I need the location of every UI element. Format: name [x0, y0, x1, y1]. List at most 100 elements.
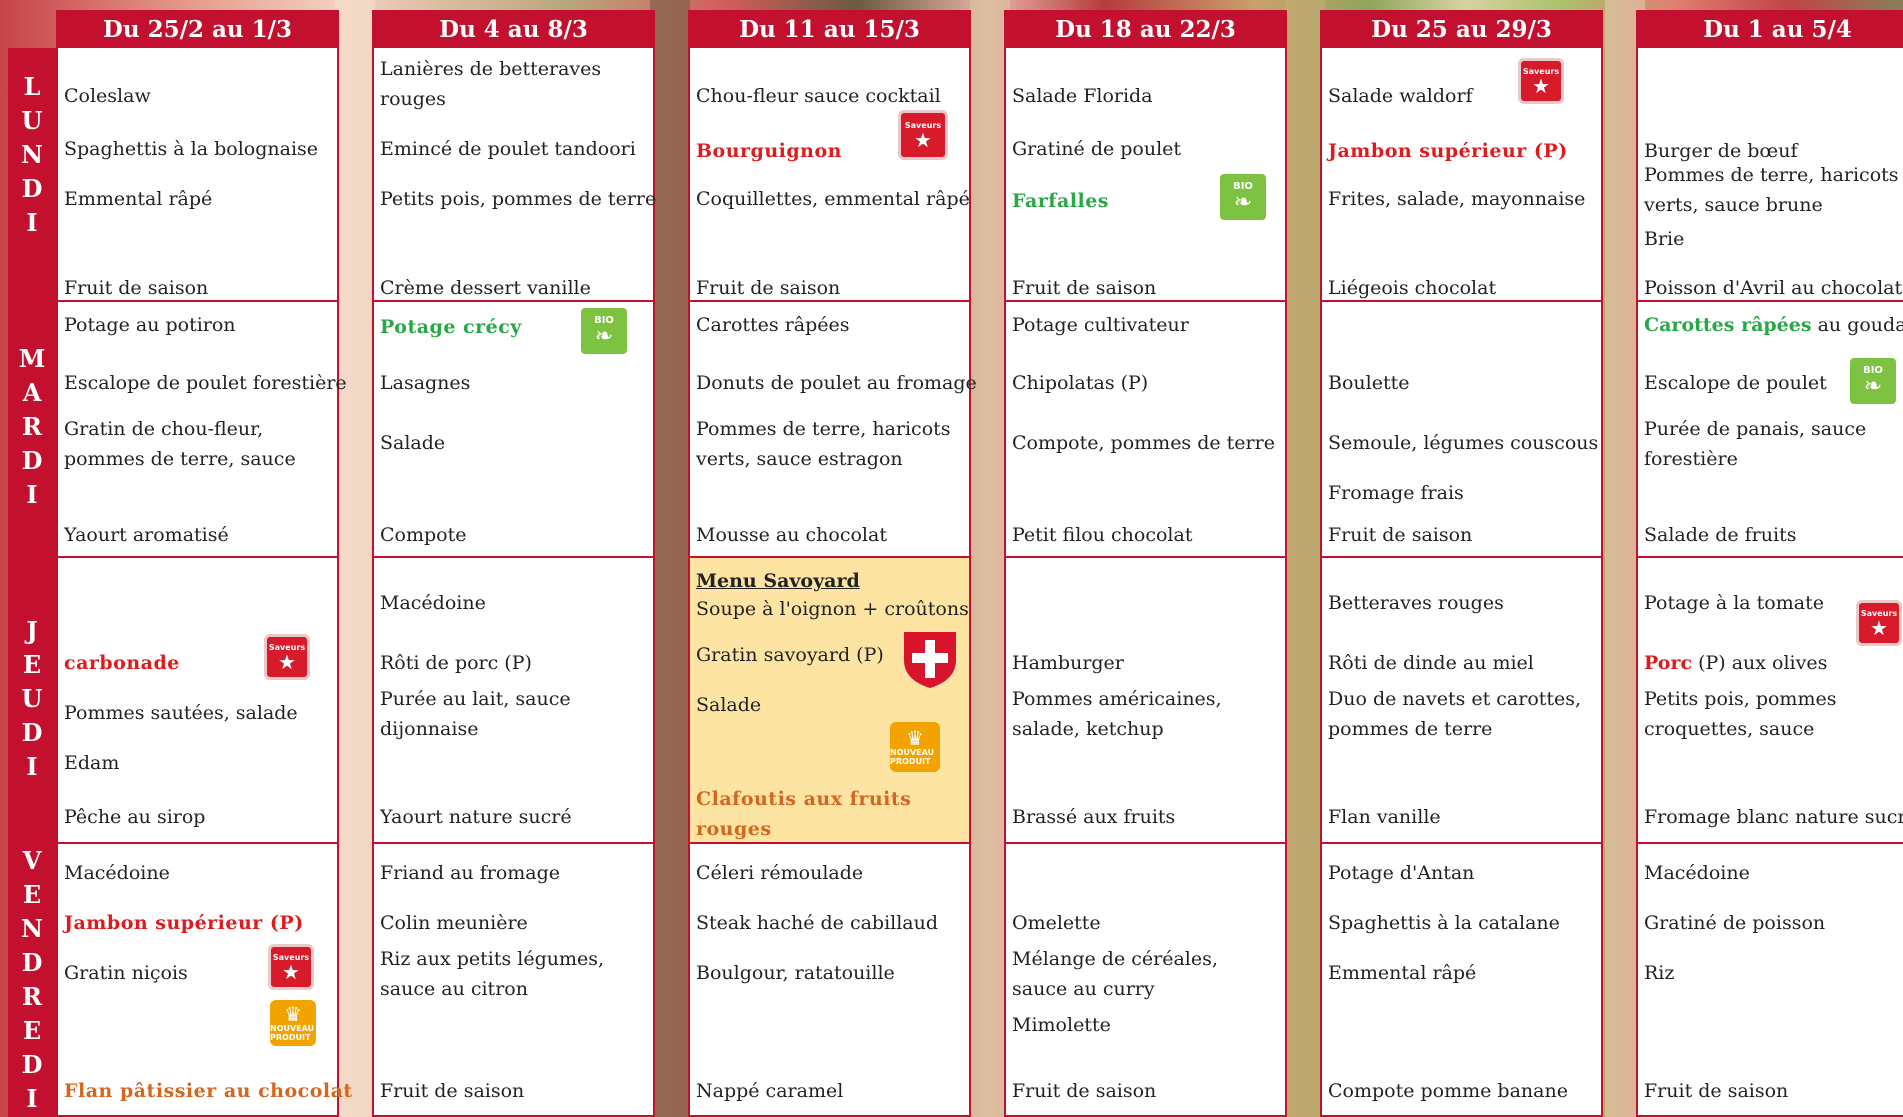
day-cell-mardi: Potage cultivateur Chipolatas (P) Compot… [1004, 302, 1287, 558]
day-letter-lundi: N [21, 140, 43, 169]
week-column: Du 11 au 15/3 Chou-fleur sauce cocktail … [688, 10, 977, 1117]
menu-item: Jambon supérieur (P) [1328, 140, 1568, 162]
day-letter-mardi: R [22, 412, 42, 441]
menu-item: Poisson d'Avril au chocolat [1644, 277, 1903, 299]
menu-item: Yaourt nature sucré [380, 806, 572, 828]
day-cell-lundi: Lanières de betteraves rouges Emincé de … [372, 48, 657, 302]
background-stripe [335, 0, 375, 1117]
menu-item-highlight: Porc [1644, 652, 1693, 674]
menu-item: Emmental râpé [1328, 962, 1477, 984]
leaf-icon: ❧ [594, 323, 614, 349]
menu-item: Colin meunière [380, 912, 528, 934]
menu-item: Coleslaw [64, 85, 151, 107]
week-header: Du 11 au 15/3 [688, 10, 971, 48]
background-stripe [1285, 0, 1325, 1117]
menu-item: Purée de panais, sauce forestière [1644, 418, 1867, 470]
chef-hat-icon: ♛ [906, 726, 924, 750]
day-letter-mardi: A [22, 378, 42, 407]
menu-title: Menu Savoyard [696, 570, 860, 592]
menu-item: Gratiné de poisson [1644, 912, 1826, 934]
menu-item: Semoule, légumes couscous [1328, 432, 1599, 454]
day-letter-jeudi: U [21, 684, 43, 713]
saveurs-label-icon: Saveurs ★ [1518, 58, 1564, 104]
day-cell-lundi: Salade Florida Gratiné de poulet Farfall… [1004, 48, 1287, 302]
bio-label-icon: BIO ❧ [1218, 172, 1268, 222]
menu-item: Frites, salade, mayonnaise [1328, 188, 1586, 210]
background-stripe [650, 0, 690, 1117]
menu-item: Rôti de porc (P) [380, 652, 532, 674]
menu-item: Salade [696, 694, 762, 716]
chef-hat-icon: ♛ [284, 1002, 302, 1026]
menu-item: Petits pois, pommes de terre [380, 188, 657, 210]
bio-label-icon: BIO ❧ [579, 306, 629, 356]
menu-item: Liégeois chocolat [1328, 277, 1497, 299]
menu-item: Fruit de saison [696, 277, 841, 299]
menu-item: Spaghettis à la catalane [1328, 912, 1560, 934]
menu-item: Petit filou chocolat [1012, 524, 1193, 546]
menu-item: Betteraves rouges [1328, 592, 1504, 614]
menu-item: Potage d'Antan [1328, 862, 1475, 884]
menu-item: Mousse au chocolat [696, 524, 887, 546]
menu-item: Salade [380, 432, 446, 454]
menu-item: Porc (P) aux olives [1644, 648, 1903, 678]
menu-item: Riz aux petits légumes, sauce au citron [380, 948, 605, 1000]
day-cell-mardi: Carottes râpées au gouda Escalope de pou… [1636, 302, 1903, 558]
savoie-flag-icon [902, 630, 958, 690]
week-column: Du 25 au 29/3 Salade waldorf Saveurs ★ Ja… [1320, 10, 1603, 1117]
menu-item: Riz [1644, 962, 1675, 984]
day-letter-mardi: D [21, 446, 43, 475]
day-letter-vendredi: E [22, 1016, 42, 1045]
day-cell-mardi: Potage au potiron Escalope de poulet for… [56, 302, 347, 558]
day-cell-mardi: Carottes râpées Donuts de poulet au from… [688, 302, 977, 558]
day-cell-lundi: Burger de bœuf Pommes de terre, haricots… [1636, 48, 1903, 302]
day-letter-vendredi: I [26, 1084, 38, 1113]
menu-item: Fruit de saison [1644, 1080, 1789, 1102]
menu-item: Macédoine [380, 592, 486, 614]
menu-item: Céleri rémoulade [696, 862, 864, 884]
menu-item: Lanières de betteraves rouges [380, 58, 602, 110]
menu-item: Boulgour, ratatouille [696, 962, 895, 984]
nouveau-produit-text: NOUVEAU PRODUIT [890, 748, 935, 766]
saveurs-label-icon: Saveurs ★ [898, 110, 948, 160]
menu-item: Macédoine [1644, 862, 1750, 884]
menu-item: Carottes râpées [696, 314, 850, 336]
day-letter-jeudi: D [21, 718, 43, 747]
menu-item: Salade Florida [1012, 85, 1153, 107]
day-cell-vendredi: Céleri rémoulade Steak haché de cabillau… [688, 844, 971, 1117]
menu-item: Compote [380, 524, 467, 546]
day-cell-jeudi: Betteraves rouges Rôti de dinde au miel … [1320, 558, 1603, 844]
menu-item: Salade de fruits [1644, 524, 1797, 546]
star-icon: ★ [914, 127, 932, 152]
menu-item: Fruit de saison [380, 1080, 525, 1102]
menu-item: Pommes américaines, salade, ketchup [1012, 688, 1222, 740]
menu-item: Potage cultivateur [1012, 314, 1189, 336]
day-cell-vendredi: Macédoine Gratiné de poisson Riz Fruit d… [1636, 844, 1903, 1117]
menu-item: Purée au lait, sauce dijonnaise [380, 688, 571, 740]
day-cell-vendredi: Potage d'Antan Spaghettis à la catalane … [1320, 844, 1603, 1117]
menu-item: Fruit de saison [1012, 277, 1157, 299]
saveurs-label-icon: Saveurs ★ [1856, 600, 1902, 646]
day-cell-mardi: Potage crécy BIO ❧ Lasagnes Salade Compot… [372, 302, 655, 558]
day-letter-jeudi: J [26, 616, 38, 645]
star-icon: ★ [1870, 615, 1888, 640]
week-column: Du 1 au 5/4 Burger de bœuf Pommes de ter… [1636, 10, 1903, 1117]
day-letter-mardi: M [18, 344, 46, 373]
day-cell-jeudi: Potage à la tomate Saveurs ★ Porc (P) aux… [1636, 558, 1903, 844]
day-letter-vendredi: D [21, 948, 43, 977]
menu-item: Emincé de poulet tandoori [380, 138, 636, 160]
day-cell-lundi: Salade waldorf Saveurs ★ Jambon supérieur… [1320, 48, 1603, 302]
menu-item: Pommes sautées, salade [64, 702, 298, 724]
menu-item: Clafoutis aux fruits rouges [696, 788, 912, 840]
menu-item: Fruit de saison [1328, 524, 1473, 546]
menu-item: Steak haché de cabillaud [696, 912, 939, 934]
menu-item: Spaghettis à la bolognaise [64, 138, 319, 160]
menu-item: Jambon supérieur (P) [64, 912, 304, 934]
day-letter-lundi: L [23, 72, 41, 101]
menu-item: Compote pomme banane [1328, 1080, 1568, 1102]
star-icon: ★ [1532, 73, 1550, 98]
day-letter-lundi: U [21, 106, 43, 135]
menu-item-suffix: au gouda [1811, 314, 1903, 336]
menu-item-suffix: (P) aux olives [1692, 652, 1828, 674]
day-cell-vendredi: Macédoine Jambon supérieur (P) Gratin ni… [56, 844, 352, 1117]
menu-item: Pommes de terre, haricots verts, sauce e… [696, 418, 951, 470]
